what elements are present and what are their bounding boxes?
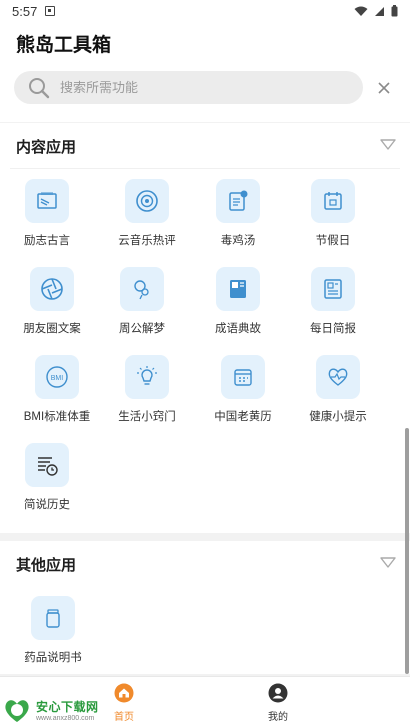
search-icon bbox=[29, 77, 50, 98]
watermark-title: 安心下载网 bbox=[36, 700, 99, 714]
clear-search-icon[interactable] bbox=[376, 80, 392, 96]
app-tile-motivational-quotes[interactable]: 励志古言 bbox=[2, 169, 92, 257]
app-tile-chinese-almanac[interactable]: 中国老黄历 bbox=[198, 345, 288, 433]
app-tile-medicine-manual[interactable]: 药品说明书 bbox=[8, 586, 98, 674]
medicine-bottle-icon bbox=[31, 596, 75, 640]
dream-bubble-icon bbox=[120, 267, 164, 311]
history-list-icon bbox=[25, 443, 69, 487]
calendar-icon bbox=[311, 179, 355, 223]
bmi-icon: BMI bbox=[35, 355, 79, 399]
collapse-toggle-icon[interactable] bbox=[380, 139, 396, 151]
quote-card-icon bbox=[25, 179, 69, 223]
almanac-icon bbox=[221, 355, 265, 399]
app-tile-dream-interpretation[interactable]: 周公解梦 bbox=[97, 257, 187, 345]
app-tile-label: 朋友圈文案 bbox=[23, 323, 81, 335]
app-title: 熊岛工具箱 bbox=[16, 35, 112, 56]
app-tile-label: 云音乐热评 bbox=[118, 235, 176, 247]
status-time: 5:57 bbox=[12, 3, 38, 19]
section-header[interactable]: 内容应用 bbox=[0, 123, 410, 168]
app-tile-history[interactable]: 简说历史 bbox=[2, 433, 92, 521]
collapse-toggle-icon[interactable] bbox=[380, 557, 396, 569]
app-tile-health-tips[interactable]: 健康小提示 bbox=[293, 345, 383, 433]
app-tile-label: 简说历史 bbox=[24, 499, 70, 511]
app-tile-bmi[interactable]: BMI BMI标准体重 bbox=[12, 345, 102, 433]
app-tile-label: BMI标准体重 bbox=[23, 411, 91, 423]
app-tile-daily-brief[interactable]: 每日简报 bbox=[288, 257, 378, 345]
app-tile-label: 药品说明书 bbox=[24, 652, 82, 664]
app-tile-moments-copy[interactable]: 朋友圈文案 bbox=[7, 257, 97, 345]
section-title: 内容应用 bbox=[16, 139, 77, 156]
tab-mine-label: 我的 bbox=[268, 712, 288, 723]
app-tile-life-tips[interactable]: 生活小窍门 bbox=[102, 345, 192, 433]
watermark-url: www.anxz800.com bbox=[36, 715, 95, 722]
app-tile-idiom-stories[interactable]: 成语典故 bbox=[193, 257, 283, 345]
tab-home-label: 首页 bbox=[114, 712, 134, 723]
app-tile-label: 生活小窍门 bbox=[118, 411, 176, 423]
battery-icon bbox=[391, 5, 398, 17]
lightbulb-icon bbox=[125, 355, 169, 399]
app-tile-label: 成语典故 bbox=[215, 323, 261, 335]
search-bar[interactable] bbox=[14, 71, 363, 104]
signal-icon bbox=[375, 6, 384, 16]
app-tile-label: 励志古言 bbox=[24, 235, 70, 247]
heart-health-icon bbox=[316, 355, 360, 399]
book-icon bbox=[216, 267, 260, 311]
app-tile-label: 节假日 bbox=[315, 235, 351, 247]
home-icon bbox=[114, 683, 134, 703]
status-bar: 5:57 bbox=[0, 0, 410, 22]
app-tile-toxic-soup[interactable]: 毒鸡汤 bbox=[193, 169, 283, 257]
section-other-apps: 其他应用 药品说明书 bbox=[0, 541, 410, 674]
section-header[interactable]: 其他应用 bbox=[0, 541, 410, 586]
watermark-logo: 安心下载网 www.anxz800.com bbox=[2, 694, 106, 726]
app-tile-holidays[interactable]: 节假日 bbox=[288, 169, 378, 257]
app-tile-music-comments[interactable]: 云音乐热评 bbox=[102, 169, 192, 257]
tab-home[interactable]: 首页 bbox=[114, 683, 134, 723]
newspaper-icon bbox=[311, 267, 355, 311]
music-disc-icon bbox=[125, 179, 169, 223]
section-content-apps: 内容应用 励志古言 云音乐热评 毒鸡汤 节假日 朋友圈文案 周公解梦 成语典故 … bbox=[0, 123, 410, 533]
tab-mine[interactable]: 我的 bbox=[268, 683, 288, 723]
app-tile-label: 周公解梦 bbox=[119, 323, 165, 335]
section-title: 其他应用 bbox=[16, 557, 77, 574]
sim-card-icon bbox=[45, 6, 56, 16]
aperture-icon bbox=[30, 267, 74, 311]
svg-text:BMI: BMI bbox=[51, 375, 64, 382]
heart-logo-icon bbox=[5, 700, 29, 722]
app-tile-label: 毒鸡汤 bbox=[220, 235, 256, 247]
status-icons bbox=[354, 5, 398, 17]
app-header: 熊岛工具箱 bbox=[0, 22, 410, 122]
note-badge-icon bbox=[216, 179, 260, 223]
app-tile-label: 健康小提示 bbox=[309, 411, 367, 423]
search-input[interactable] bbox=[60, 80, 320, 95]
app-tile-label: 中国老黄历 bbox=[214, 411, 272, 423]
app-tile-label: 每日简报 bbox=[310, 323, 356, 335]
wifi-icon bbox=[354, 6, 368, 16]
user-icon bbox=[268, 683, 288, 703]
scrollbar[interactable] bbox=[405, 428, 409, 674]
